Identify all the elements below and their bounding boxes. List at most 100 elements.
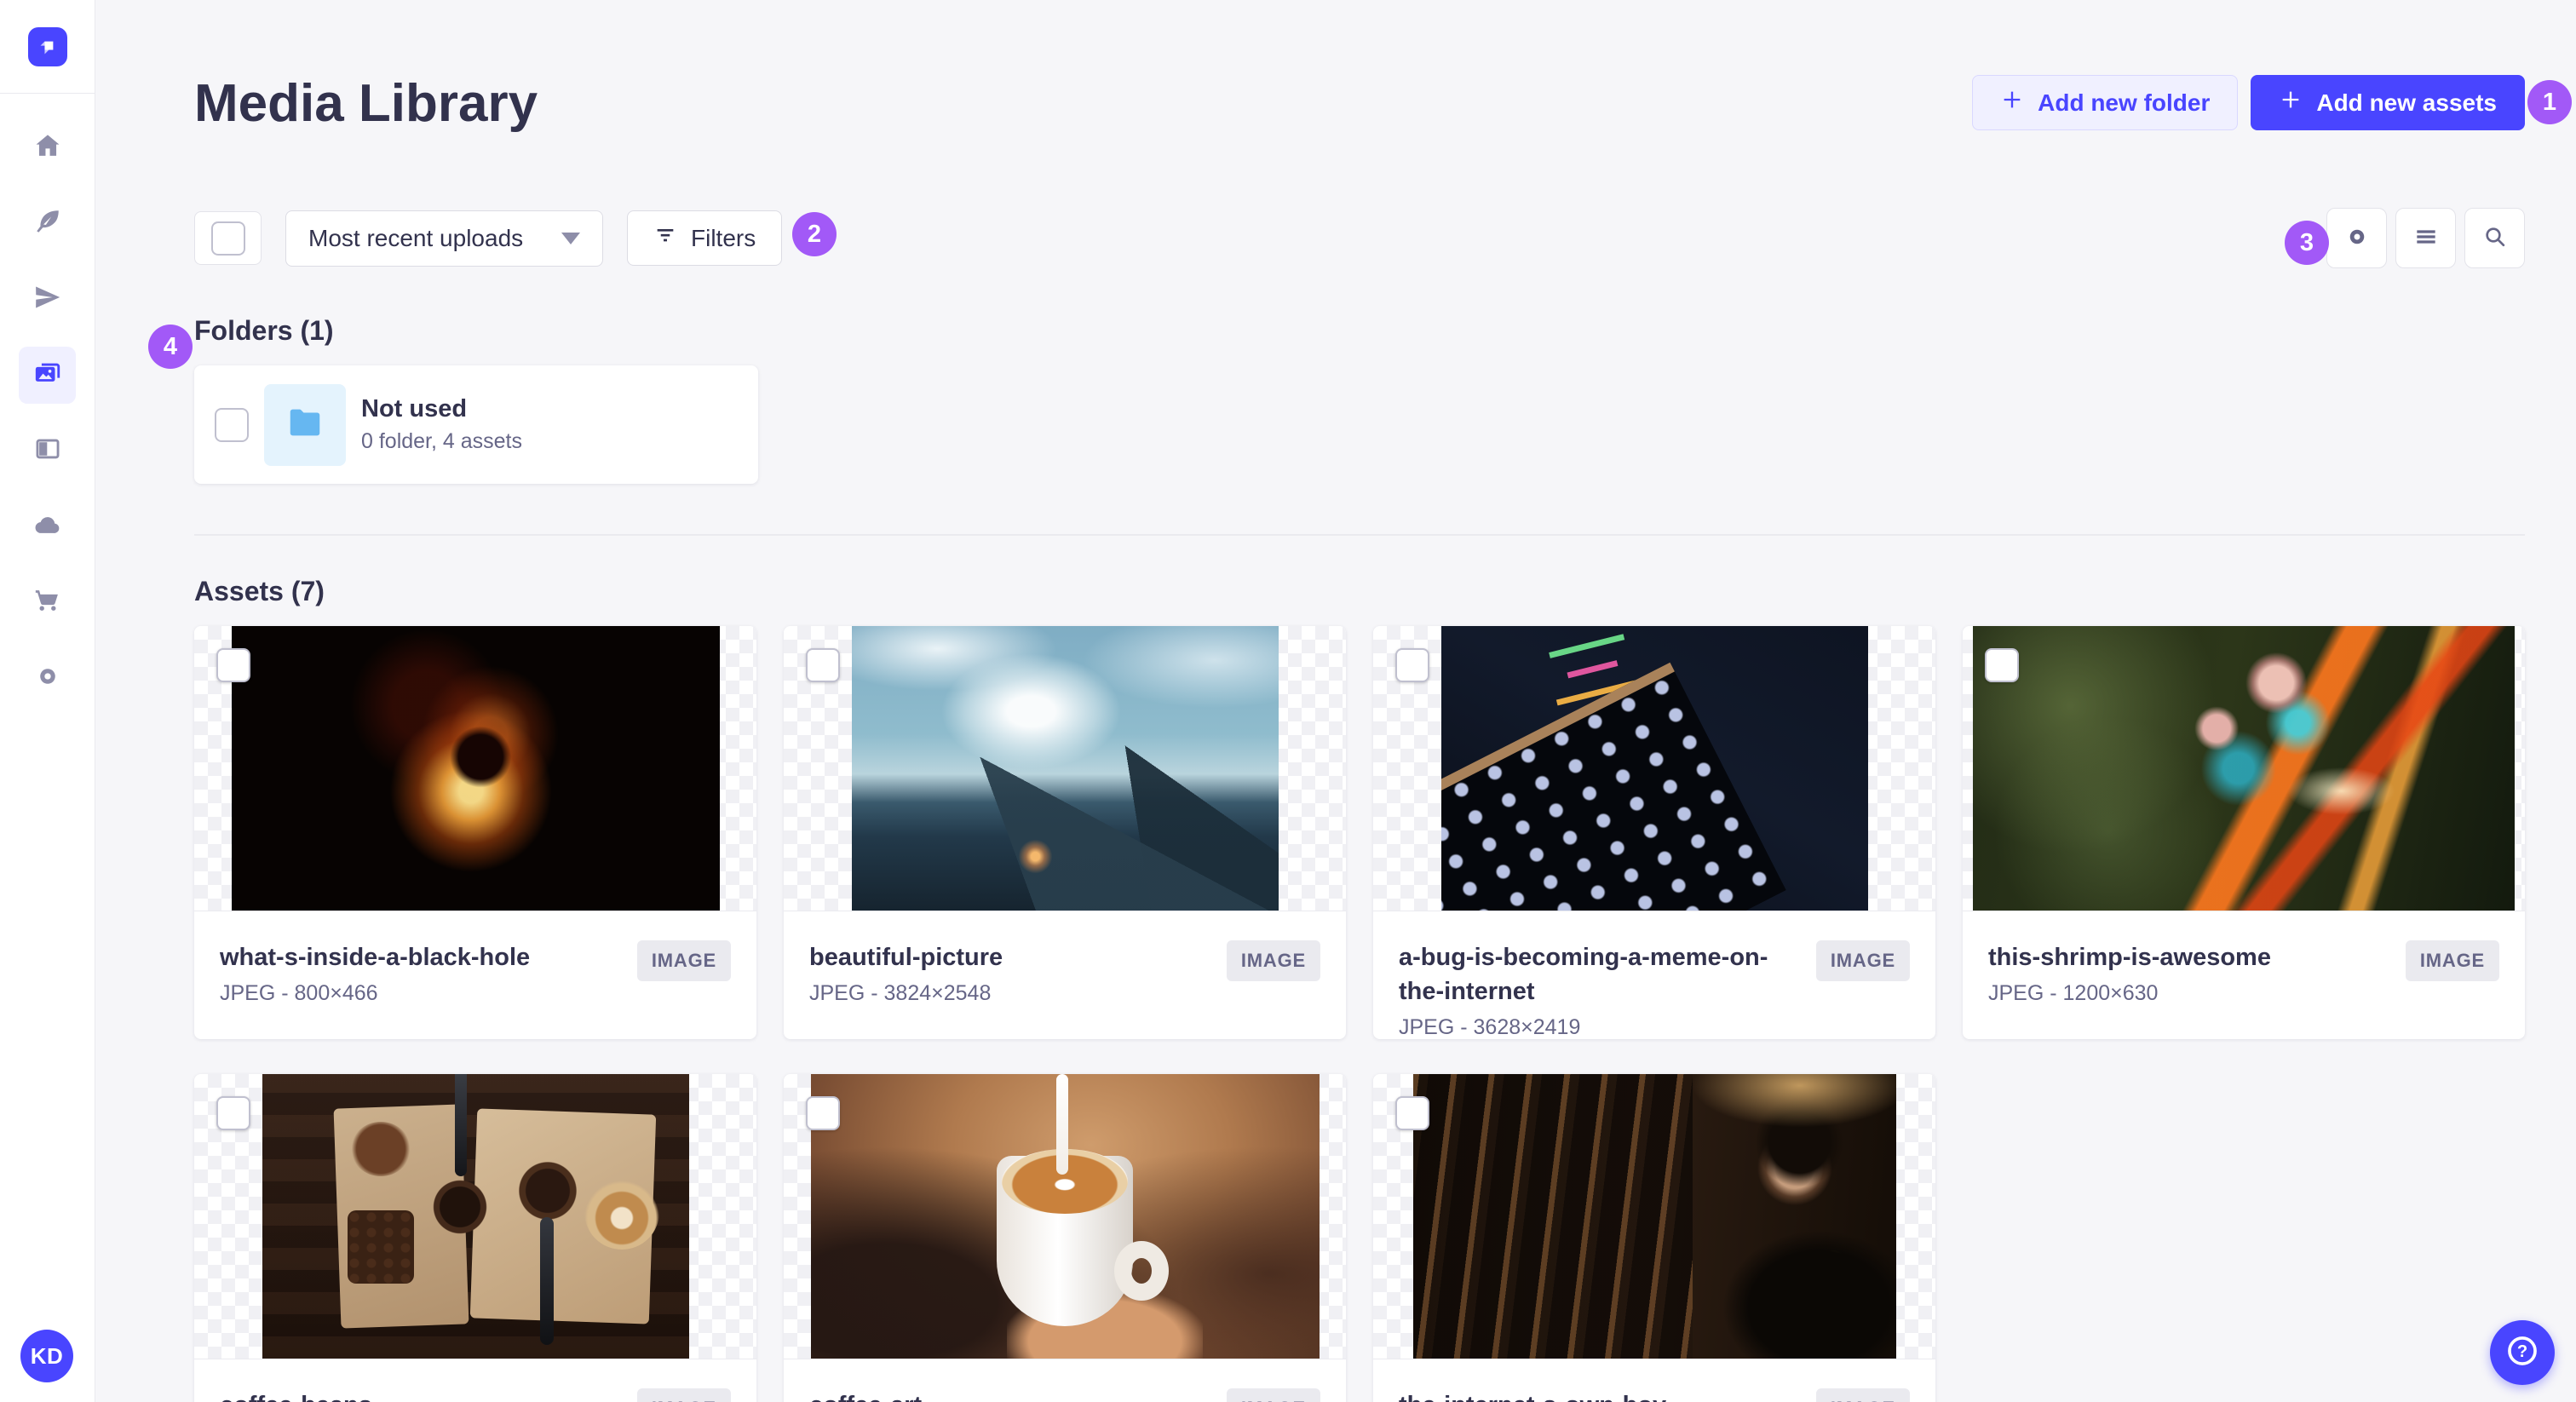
- asset-checkbox[interactable]: [216, 648, 250, 682]
- sidebar-item-marketplace[interactable]: [19, 574, 76, 631]
- asset-type-badge: IMAGE: [1815, 940, 1910, 981]
- folders-section: Folders (1) Not used 0 folder, 4 assets: [194, 315, 2525, 484]
- asset-meta: JPEG - 800×466: [220, 981, 378, 1005]
- filter-icon: [653, 223, 677, 253]
- sidebar-item-releases[interactable]: [19, 271, 76, 328]
- media-gallery-icon: [33, 359, 62, 392]
- help-button[interactable]: ?: [2490, 1320, 2555, 1385]
- laptop-code-image: [1440, 626, 1868, 911]
- asset-title: coffee-art: [809, 1388, 1213, 1402]
- sort-dropdown-value: Most recent uploads: [308, 224, 524, 251]
- mantis-shrimp-image: [1973, 626, 2515, 911]
- folder-icon-tile: [264, 383, 346, 466]
- asset-title: beautiful-picture: [809, 944, 1003, 971]
- cloud-icon: [33, 510, 62, 543]
- sidebar-nav: [0, 119, 95, 726]
- folder-checkbox[interactable]: [215, 407, 249, 442]
- assets-grid: what-s-inside-a-black-hole JPEG - 800×46…: [194, 626, 2525, 1402]
- annotation-badge-1: 1: [2527, 80, 2572, 124]
- home-icon: [33, 131, 62, 164]
- annotation-badge-4: 4: [148, 325, 193, 369]
- feather-pen-icon: [33, 207, 62, 240]
- folder-name: Not used: [361, 395, 468, 422]
- header-actions: Add new folder Add new assets: [1972, 75, 2525, 130]
- configure-view-button[interactable]: [2326, 208, 2387, 268]
- asset-checkbox[interactable]: [1395, 648, 1429, 682]
- asset-checkbox[interactable]: [806, 648, 840, 682]
- asset-checkbox[interactable]: [216, 1096, 250, 1130]
- asset-title: this-shrimp-is-awesome: [1988, 944, 2271, 971]
- asset-type-badge: IMAGE: [636, 940, 731, 981]
- annotation-badge-3: 3: [2285, 221, 2329, 265]
- sidebar-item-settings[interactable]: [19, 650, 76, 707]
- asset-checkbox[interactable]: [1985, 648, 2019, 682]
- filters-button[interactable]: Filters: [627, 210, 783, 266]
- sidebar-item-deploy[interactable]: [19, 498, 76, 555]
- asset-caption: beautiful-picture JPEG - 3824×2548 IMAGE: [784, 911, 1346, 1006]
- app-logo-container: [0, 0, 95, 94]
- section-divider: [194, 534, 2525, 536]
- select-all-container: [194, 211, 262, 265]
- asset-type-badge: IMAGE: [636, 1388, 731, 1402]
- strapi-logo-icon[interactable]: [27, 26, 67, 66]
- asset-type-badge: IMAGE: [1226, 940, 1320, 981]
- list-icon: [2412, 223, 2440, 253]
- library-portrait-image: [1412, 1074, 1896, 1359]
- add-new-folder-button[interactable]: Add new folder: [1972, 75, 2239, 130]
- folder-card[interactable]: Not used 0 folder, 4 assets: [194, 365, 758, 484]
- asset-thumbnail: [784, 1074, 1346, 1359]
- sidebar-item-home[interactable]: [19, 119, 76, 176]
- folder-meta: 0 folder, 4 assets: [361, 429, 523, 453]
- asset-card[interactable]: a-bug-is-becoming-a-meme-on-the-internet…: [1373, 626, 1935, 1039]
- add-new-assets-button[interactable]: Add new assets: [2251, 75, 2525, 130]
- folder-icon: [285, 403, 325, 446]
- view-controls: [2326, 208, 2525, 268]
- asset-title: what-s-inside-a-black-hole: [220, 944, 531, 971]
- asset-card[interactable]: what-s-inside-a-black-hole JPEG - 800×46…: [194, 626, 756, 1039]
- asset-title: the-internet-s-own-boy: [1399, 1388, 1803, 1402]
- asset-type-badge: IMAGE: [1226, 1388, 1320, 1402]
- asset-card[interactable]: coffee-art JPEG - 5824×3259 IMAGE: [784, 1074, 1346, 1402]
- asset-card[interactable]: this-shrimp-is-awesome JPEG - 1200×630 I…: [1963, 626, 2525, 1039]
- mountain-landscape-image: [851, 626, 1279, 911]
- asset-caption: what-s-inside-a-black-hole JPEG - 800×46…: [194, 911, 756, 1006]
- black-hole-image: [231, 626, 720, 911]
- asset-title: a-bug-is-becoming-a-meme-on-the-internet: [1399, 944, 1768, 1005]
- search-button[interactable]: [2464, 208, 2525, 268]
- asset-card[interactable]: coffee-beans JPEG - 5021×3347 IMAGE: [194, 1074, 756, 1402]
- folders-heading: Folders (1): [194, 315, 334, 346]
- sidebar-item-content-type-builder[interactable]: [19, 422, 76, 480]
- asset-card[interactable]: the-internet-s-own-boy JPEG - 1200×707 I…: [1373, 1074, 1935, 1402]
- layout-panel-icon: [33, 434, 62, 468]
- asset-caption: coffee-art JPEG - 5824×3259 IMAGE: [784, 1359, 1346, 1402]
- assets-section: Assets (7) what-s-inside-a-black-hole JP…: [194, 576, 2525, 1402]
- page-title: Media Library: [194, 74, 538, 133]
- annotation-badge-2: 2: [792, 212, 837, 256]
- plus-icon: [2279, 88, 2303, 118]
- gear-icon: [2343, 223, 2371, 253]
- sidebar-item-media-library[interactable]: [19, 347, 76, 404]
- asset-title: coffee-beans: [220, 1388, 624, 1402]
- folder-info: Not used 0 folder, 4 assets: [361, 395, 522, 454]
- sidebar: KD: [0, 0, 95, 1402]
- question-mark-icon: ?: [2504, 1332, 2541, 1374]
- asset-checkbox[interactable]: [806, 1096, 840, 1130]
- sidebar-item-content[interactable]: [19, 195, 76, 252]
- gear-icon: [33, 662, 62, 695]
- asset-thumbnail: [194, 1074, 756, 1359]
- user-avatar[interactable]: KD: [20, 1330, 73, 1382]
- main-content: Media Library Add new folder Add new ass…: [95, 75, 2576, 1402]
- assets-heading: Assets (7): [194, 576, 325, 606]
- asset-card[interactable]: beautiful-picture JPEG - 3824×2548 IMAGE: [784, 626, 1346, 1039]
- sort-dropdown[interactable]: Most recent uploads: [285, 210, 603, 267]
- asset-caption: the-internet-s-own-boy JPEG - 1200×707 I…: [1373, 1359, 1935, 1402]
- asset-meta: JPEG - 3824×2548: [809, 981, 992, 1005]
- asset-checkbox[interactable]: [1395, 1096, 1429, 1130]
- list-view-button[interactable]: [2395, 208, 2456, 268]
- select-all-checkbox[interactable]: [210, 221, 245, 256]
- shopping-cart-icon: [33, 586, 62, 619]
- asset-caption: a-bug-is-becoming-a-meme-on-the-internet…: [1373, 911, 1935, 1039]
- asset-thumbnail: [1373, 626, 1935, 911]
- page-header: Media Library Add new folder Add new ass…: [194, 75, 2525, 133]
- plus-icon: [2000, 88, 2024, 118]
